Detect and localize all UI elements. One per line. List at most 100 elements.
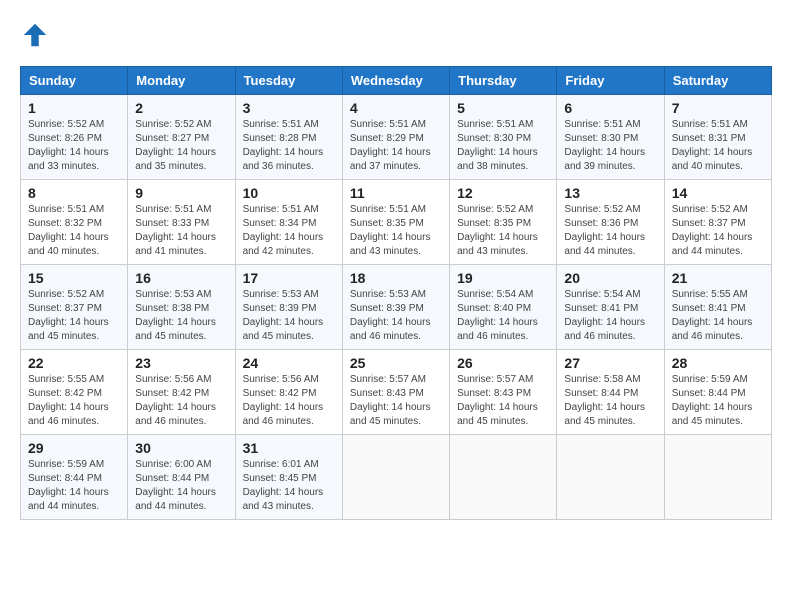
day-number: 7 bbox=[672, 100, 764, 116]
calendar-cell: 22Sunrise: 5:55 AM Sunset: 8:42 PM Dayli… bbox=[21, 350, 128, 435]
weekday-header: Thursday bbox=[450, 67, 557, 95]
day-number: 30 bbox=[135, 440, 227, 456]
calendar-cell: 27 Sunrise: 5:58 AM Sunset: 8:44 PM Dayli… bbox=[557, 350, 664, 435]
day-info: Sunrise: 5:51 AM Sunset: 8:35 PM Dayligh… bbox=[350, 203, 442, 259]
calendar-cell: 31 Sunrise: 6:01 AM Sunset: 8:45 PM Dayli… bbox=[235, 435, 342, 520]
calendar-header-row: SundayMondayTuesdayWednesdayThursdayFrid… bbox=[21, 67, 772, 95]
day-info: Sunrise: 5:51 AM Sunset: 8:30 PM Dayligh… bbox=[564, 118, 656, 174]
day-info: Sunrise: 5:51 AM Sunset: 8:33 PM Dayligh… bbox=[135, 203, 227, 259]
weekday-header: Monday bbox=[128, 67, 235, 95]
day-number: 17 bbox=[243, 270, 335, 286]
weekday-header: Friday bbox=[557, 67, 664, 95]
day-info: Sunrise: 5:51 AM Sunset: 8:29 PM Dayligh… bbox=[350, 118, 442, 174]
day-info: Sunrise: 5:52 AM Sunset: 8:35 PM Dayligh… bbox=[457, 203, 549, 259]
day-number: 2 bbox=[135, 100, 227, 116]
day-info: Sunrise: 5:51 AM Sunset: 8:34 PM Dayligh… bbox=[243, 203, 335, 259]
day-number: 3 bbox=[243, 100, 335, 116]
day-number: 4 bbox=[350, 100, 442, 116]
day-number: 22 bbox=[28, 355, 120, 371]
day-info: Sunrise: 6:01 AM Sunset: 8:45 PM Dayligh… bbox=[243, 458, 335, 514]
day-info: Sunrise: 5:52 AM Sunset: 8:36 PM Dayligh… bbox=[564, 203, 656, 259]
calendar-cell bbox=[557, 435, 664, 520]
calendar-cell: 11 Sunrise: 5:51 AM Sunset: 8:35 PM Dayli… bbox=[342, 180, 449, 265]
day-number: 12 bbox=[457, 185, 549, 201]
day-number: 31 bbox=[243, 440, 335, 456]
day-info: Sunrise: 5:59 AM Sunset: 8:44 PM Dayligh… bbox=[672, 373, 764, 429]
calendar-cell: 16 Sunrise: 5:53 AM Sunset: 8:38 PM Dayli… bbox=[128, 265, 235, 350]
day-info: Sunrise: 5:55 AM Sunset: 8:41 PM Dayligh… bbox=[672, 288, 764, 344]
day-info: Sunrise: 5:56 AM Sunset: 8:42 PM Dayligh… bbox=[135, 373, 227, 429]
calendar-cell: 17 Sunrise: 5:53 AM Sunset: 8:39 PM Dayli… bbox=[235, 265, 342, 350]
calendar-cell: 10 Sunrise: 5:51 AM Sunset: 8:34 PM Dayli… bbox=[235, 180, 342, 265]
day-number: 10 bbox=[243, 185, 335, 201]
day-number: 8 bbox=[28, 185, 120, 201]
calendar-cell: 8 Sunrise: 5:51 AM Sunset: 8:32 PM Daylig… bbox=[21, 180, 128, 265]
weekday-header: Sunday bbox=[21, 67, 128, 95]
day-info: Sunrise: 5:59 AM Sunset: 8:44 PM Dayligh… bbox=[28, 458, 120, 514]
weekday-header: Wednesday bbox=[342, 67, 449, 95]
day-info: Sunrise: 5:52 AM Sunset: 8:26 PM Dayligh… bbox=[28, 118, 120, 174]
day-info: Sunrise: 5:58 AM Sunset: 8:44 PM Dayligh… bbox=[564, 373, 656, 429]
calendar-cell: 20 Sunrise: 5:54 AM Sunset: 8:41 PM Dayli… bbox=[557, 265, 664, 350]
day-number: 28 bbox=[672, 355, 764, 371]
calendar-cell: 23 Sunrise: 5:56 AM Sunset: 8:42 PM Dayli… bbox=[128, 350, 235, 435]
day-number: 13 bbox=[564, 185, 656, 201]
day-info: Sunrise: 5:56 AM Sunset: 8:42 PM Dayligh… bbox=[243, 373, 335, 429]
day-info: Sunrise: 5:53 AM Sunset: 8:39 PM Dayligh… bbox=[350, 288, 442, 344]
calendar-cell: 13 Sunrise: 5:52 AM Sunset: 8:36 PM Dayli… bbox=[557, 180, 664, 265]
calendar-cell: 29 Sunrise: 5:59 AM Sunset: 8:44 PM Dayli… bbox=[21, 435, 128, 520]
calendar-cell: 2 Sunrise: 5:52 AM Sunset: 8:27 PM Daylig… bbox=[128, 95, 235, 180]
calendar-cell: 6 Sunrise: 5:51 AM Sunset: 8:30 PM Daylig… bbox=[557, 95, 664, 180]
day-info: Sunrise: 5:57 AM Sunset: 8:43 PM Dayligh… bbox=[350, 373, 442, 429]
logo bbox=[20, 20, 54, 50]
day-number: 18 bbox=[350, 270, 442, 286]
calendar-cell: 25 Sunrise: 5:57 AM Sunset: 8:43 PM Dayli… bbox=[342, 350, 449, 435]
calendar-cell: 19 Sunrise: 5:54 AM Sunset: 8:40 PM Dayli… bbox=[450, 265, 557, 350]
day-number: 25 bbox=[350, 355, 442, 371]
day-info: Sunrise: 5:51 AM Sunset: 8:30 PM Dayligh… bbox=[457, 118, 549, 174]
calendar-cell: 1 Sunrise: 5:52 AM Sunset: 8:26 PM Daylig… bbox=[21, 95, 128, 180]
weekday-header: Saturday bbox=[664, 67, 771, 95]
day-info: Sunrise: 5:52 AM Sunset: 8:27 PM Dayligh… bbox=[135, 118, 227, 174]
calendar-cell: 12 Sunrise: 5:52 AM Sunset: 8:35 PM Dayli… bbox=[450, 180, 557, 265]
calendar-cell: 9 Sunrise: 5:51 AM Sunset: 8:33 PM Daylig… bbox=[128, 180, 235, 265]
day-number: 27 bbox=[564, 355, 656, 371]
day-info: Sunrise: 6:00 AM Sunset: 8:44 PM Dayligh… bbox=[135, 458, 227, 514]
calendar-cell: 14 Sunrise: 5:52 AM Sunset: 8:37 PM Dayli… bbox=[664, 180, 771, 265]
day-number: 15 bbox=[28, 270, 120, 286]
day-number: 11 bbox=[350, 185, 442, 201]
day-info: Sunrise: 5:54 AM Sunset: 8:41 PM Dayligh… bbox=[564, 288, 656, 344]
calendar-cell: 24 Sunrise: 5:56 AM Sunset: 8:42 PM Dayli… bbox=[235, 350, 342, 435]
day-info: Sunrise: 5:52 AM Sunset: 8:37 PM Dayligh… bbox=[672, 203, 764, 259]
day-number: 5 bbox=[457, 100, 549, 116]
day-number: 20 bbox=[564, 270, 656, 286]
day-number: 29 bbox=[28, 440, 120, 456]
calendar-cell: 26Sunrise: 5:57 AM Sunset: 8:43 PM Dayli… bbox=[450, 350, 557, 435]
calendar-cell: 7Sunrise: 5:51 AM Sunset: 8:31 PM Daylig… bbox=[664, 95, 771, 180]
day-number: 19 bbox=[457, 270, 549, 286]
calendar-cell: 30 Sunrise: 6:00 AM Sunset: 8:44 PM Dayli… bbox=[128, 435, 235, 520]
calendar-cell bbox=[342, 435, 449, 520]
calendar-week-row: 29 Sunrise: 5:59 AM Sunset: 8:44 PM Dayli… bbox=[21, 435, 772, 520]
calendar-week-row: 8 Sunrise: 5:51 AM Sunset: 8:32 PM Daylig… bbox=[21, 180, 772, 265]
day-number: 1 bbox=[28, 100, 120, 116]
day-info: Sunrise: 5:51 AM Sunset: 8:32 PM Dayligh… bbox=[28, 203, 120, 259]
day-number: 6 bbox=[564, 100, 656, 116]
day-number: 16 bbox=[135, 270, 227, 286]
day-number: 23 bbox=[135, 355, 227, 371]
calendar-cell: 21Sunrise: 5:55 AM Sunset: 8:41 PM Dayli… bbox=[664, 265, 771, 350]
day-info: Sunrise: 5:54 AM Sunset: 8:40 PM Dayligh… bbox=[457, 288, 549, 344]
calendar-cell: 4 Sunrise: 5:51 AM Sunset: 8:29 PM Daylig… bbox=[342, 95, 449, 180]
calendar-cell bbox=[450, 435, 557, 520]
day-info: Sunrise: 5:53 AM Sunset: 8:39 PM Dayligh… bbox=[243, 288, 335, 344]
calendar-week-row: 22Sunrise: 5:55 AM Sunset: 8:42 PM Dayli… bbox=[21, 350, 772, 435]
day-info: Sunrise: 5:53 AM Sunset: 8:38 PM Dayligh… bbox=[135, 288, 227, 344]
calendar-cell: 28 Sunrise: 5:59 AM Sunset: 8:44 PM Dayli… bbox=[664, 350, 771, 435]
calendar-week-row: 15 Sunrise: 5:52 AM Sunset: 8:37 PM Dayli… bbox=[21, 265, 772, 350]
calendar-table: SundayMondayTuesdayWednesdayThursdayFrid… bbox=[20, 66, 772, 520]
day-info: Sunrise: 5:52 AM Sunset: 8:37 PM Dayligh… bbox=[28, 288, 120, 344]
day-number: 14 bbox=[672, 185, 764, 201]
calendar-cell: 3Sunrise: 5:51 AM Sunset: 8:28 PM Daylig… bbox=[235, 95, 342, 180]
day-number: 24 bbox=[243, 355, 335, 371]
day-number: 9 bbox=[135, 185, 227, 201]
